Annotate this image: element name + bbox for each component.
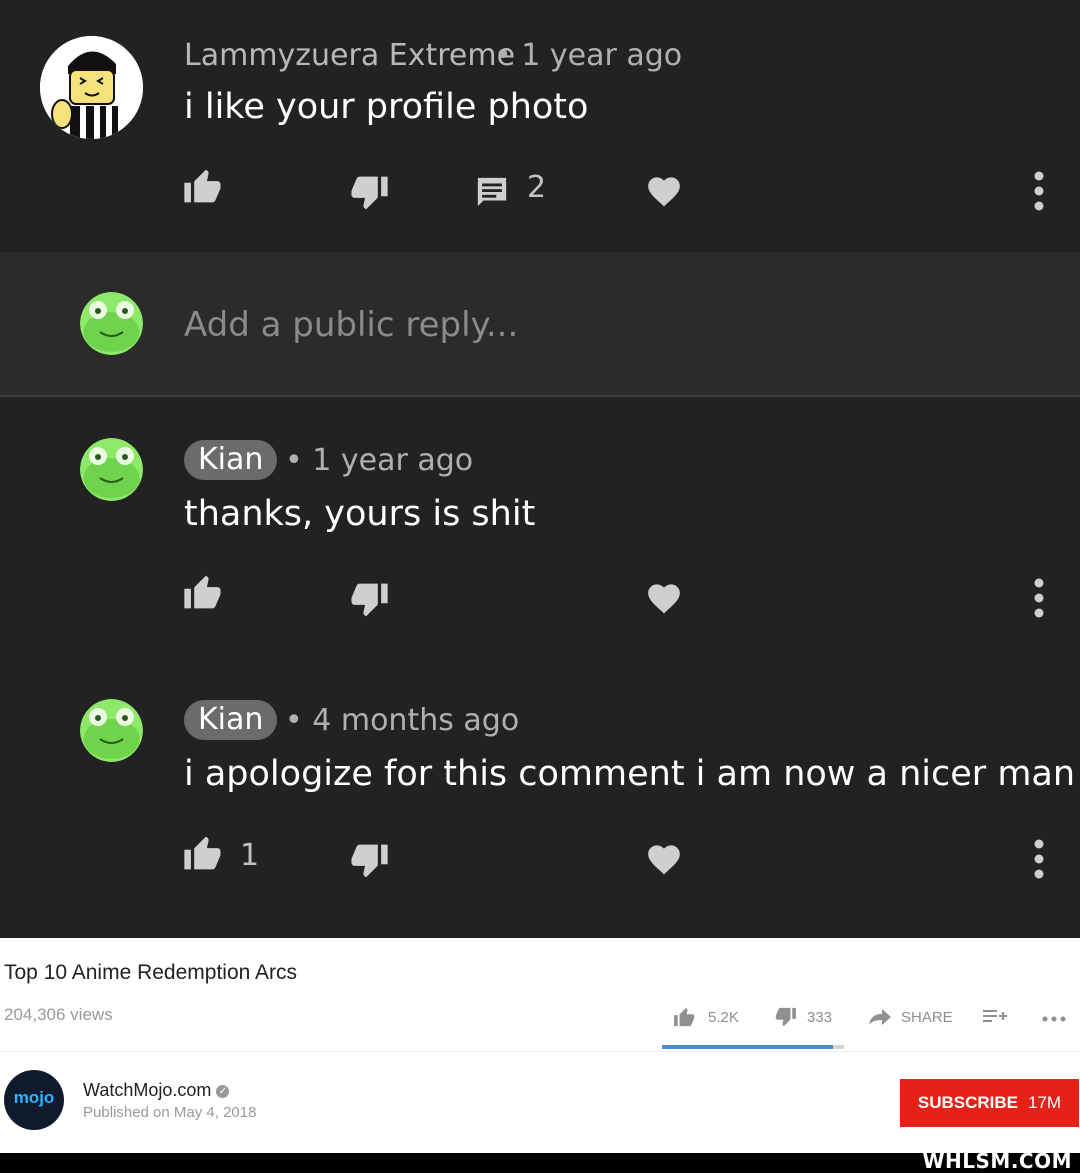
video-title: Top 10 Anime Redemption Arcs [4,961,297,984]
more-options-icon[interactable] [1032,577,1046,619]
heart-icon[interactable] [645,579,683,615]
avatar-kian[interactable] [80,438,143,501]
share-button[interactable]: SHARE [901,1009,953,1026]
more-actions-icon[interactable] [1041,1015,1067,1023]
avatar-lammyzuera[interactable] [40,36,143,139]
publish-date: Published on May 4, 2018 [83,1104,257,1121]
avatar-kian[interactable] [80,699,143,762]
comment-text: thanks, yours is shit [184,494,536,534]
video-like-count: 5.2K [708,1009,739,1026]
more-options-icon[interactable] [1032,838,1046,880]
video-like-icon[interactable] [673,1007,697,1027]
thumbs-up-icon[interactable] [184,574,224,610]
video-dislike-count: 333 [807,1009,833,1026]
subscribe-label: SUBSCRIBE [917,1093,1019,1112]
more-options-icon[interactable] [1032,170,1046,212]
author-chip[interactable]: Kian [184,440,278,480]
comment-text: i apologize for this comment i am now a … [184,754,1076,794]
heart-icon[interactable] [645,840,683,876]
comments-panel [0,0,1080,938]
channel-name[interactable]: WatchMojo.com ✓ [83,1080,230,1101]
thumbs-up-icon[interactable] [184,835,224,871]
thumbs-down-icon[interactable] [348,582,388,618]
thumbs-down-icon[interactable] [348,175,388,211]
author-chip[interactable]: Kian [184,700,278,740]
comment-time: • 1 year ago [285,443,474,478]
divider [0,1051,1080,1052]
verified-check-icon: ✓ [216,1084,230,1098]
comment-time: • 1 year ago [494,38,683,73]
channel-logo-text: mojo [13,1088,55,1107]
comment-author[interactable]: Lammyzuera Extreme [184,38,515,73]
reply-count: 2 [527,170,547,205]
view-count: 204,306 views [4,1005,113,1024]
like-ratio-bar [662,1045,844,1049]
watermark-strip [0,1153,1080,1173]
heart-icon[interactable] [645,172,683,208]
avatar-frog-self [80,292,143,355]
watermark: WHLSM.COM [922,1149,1072,1173]
video-dislike-icon[interactable] [773,1007,797,1027]
reply-bar [0,252,1080,397]
thumbs-up-icon[interactable] [184,168,224,204]
reply-input[interactable]: Add a public reply... [184,305,518,345]
channel-name-text[interactable]: WatchMojo.com [83,1080,211,1100]
add-to-playlist-icon[interactable] [983,1009,1007,1025]
subscriber-count: 17M [1028,1093,1062,1112]
comment-text: i like your profile photo [184,87,589,127]
reply-comment-icon[interactable] [474,175,510,209]
like-count: 1 [240,838,260,873]
channel-logo[interactable]: mojo [4,1070,64,1130]
thumbs-down-icon[interactable] [348,843,388,879]
share-icon[interactable] [869,1009,891,1025]
like-ratio-fill [662,1045,834,1049]
comment-time: • 4 months ago [285,703,520,738]
subscribe-button[interactable]: SUBSCRIBE 17M [900,1079,1079,1127]
